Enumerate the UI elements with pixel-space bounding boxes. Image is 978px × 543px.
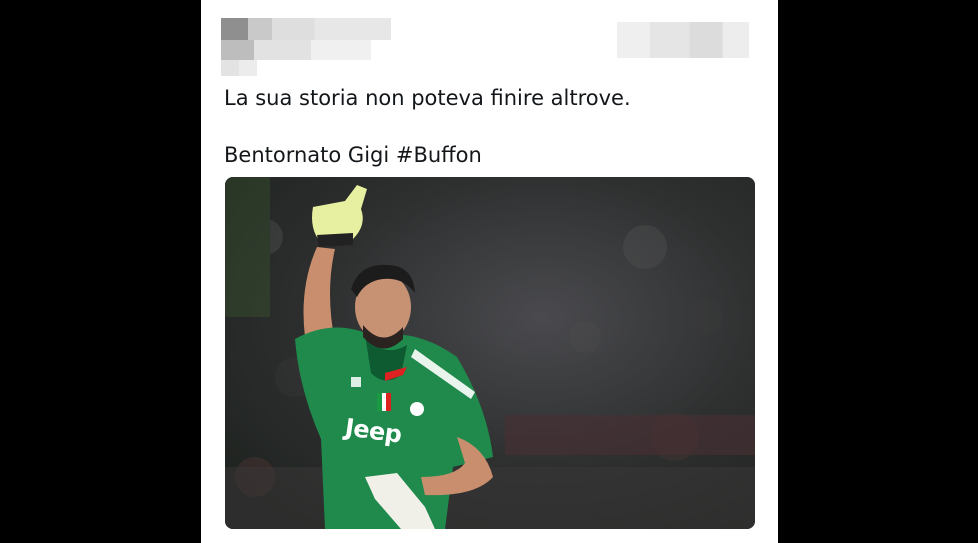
timestamp-redacted[interactable]: [617, 22, 749, 58]
avatar-redacted[interactable]: [221, 60, 257, 76]
tweet-card[interactable]: La sua storia non poteva finire altrove.…: [201, 0, 778, 543]
goalkeeper-photo-illustration: [225, 177, 755, 529]
tweet-photo[interactable]: Jeep: [225, 177, 755, 529]
author-name-redacted[interactable]: [221, 18, 391, 40]
tweet-text-line-2: Bentornato Gigi #Buffon: [224, 143, 482, 167]
author-handle-redacted[interactable]: [221, 40, 371, 60]
tweet-text-line-1: La sua storia non poteva finire altrove.: [224, 86, 631, 110]
